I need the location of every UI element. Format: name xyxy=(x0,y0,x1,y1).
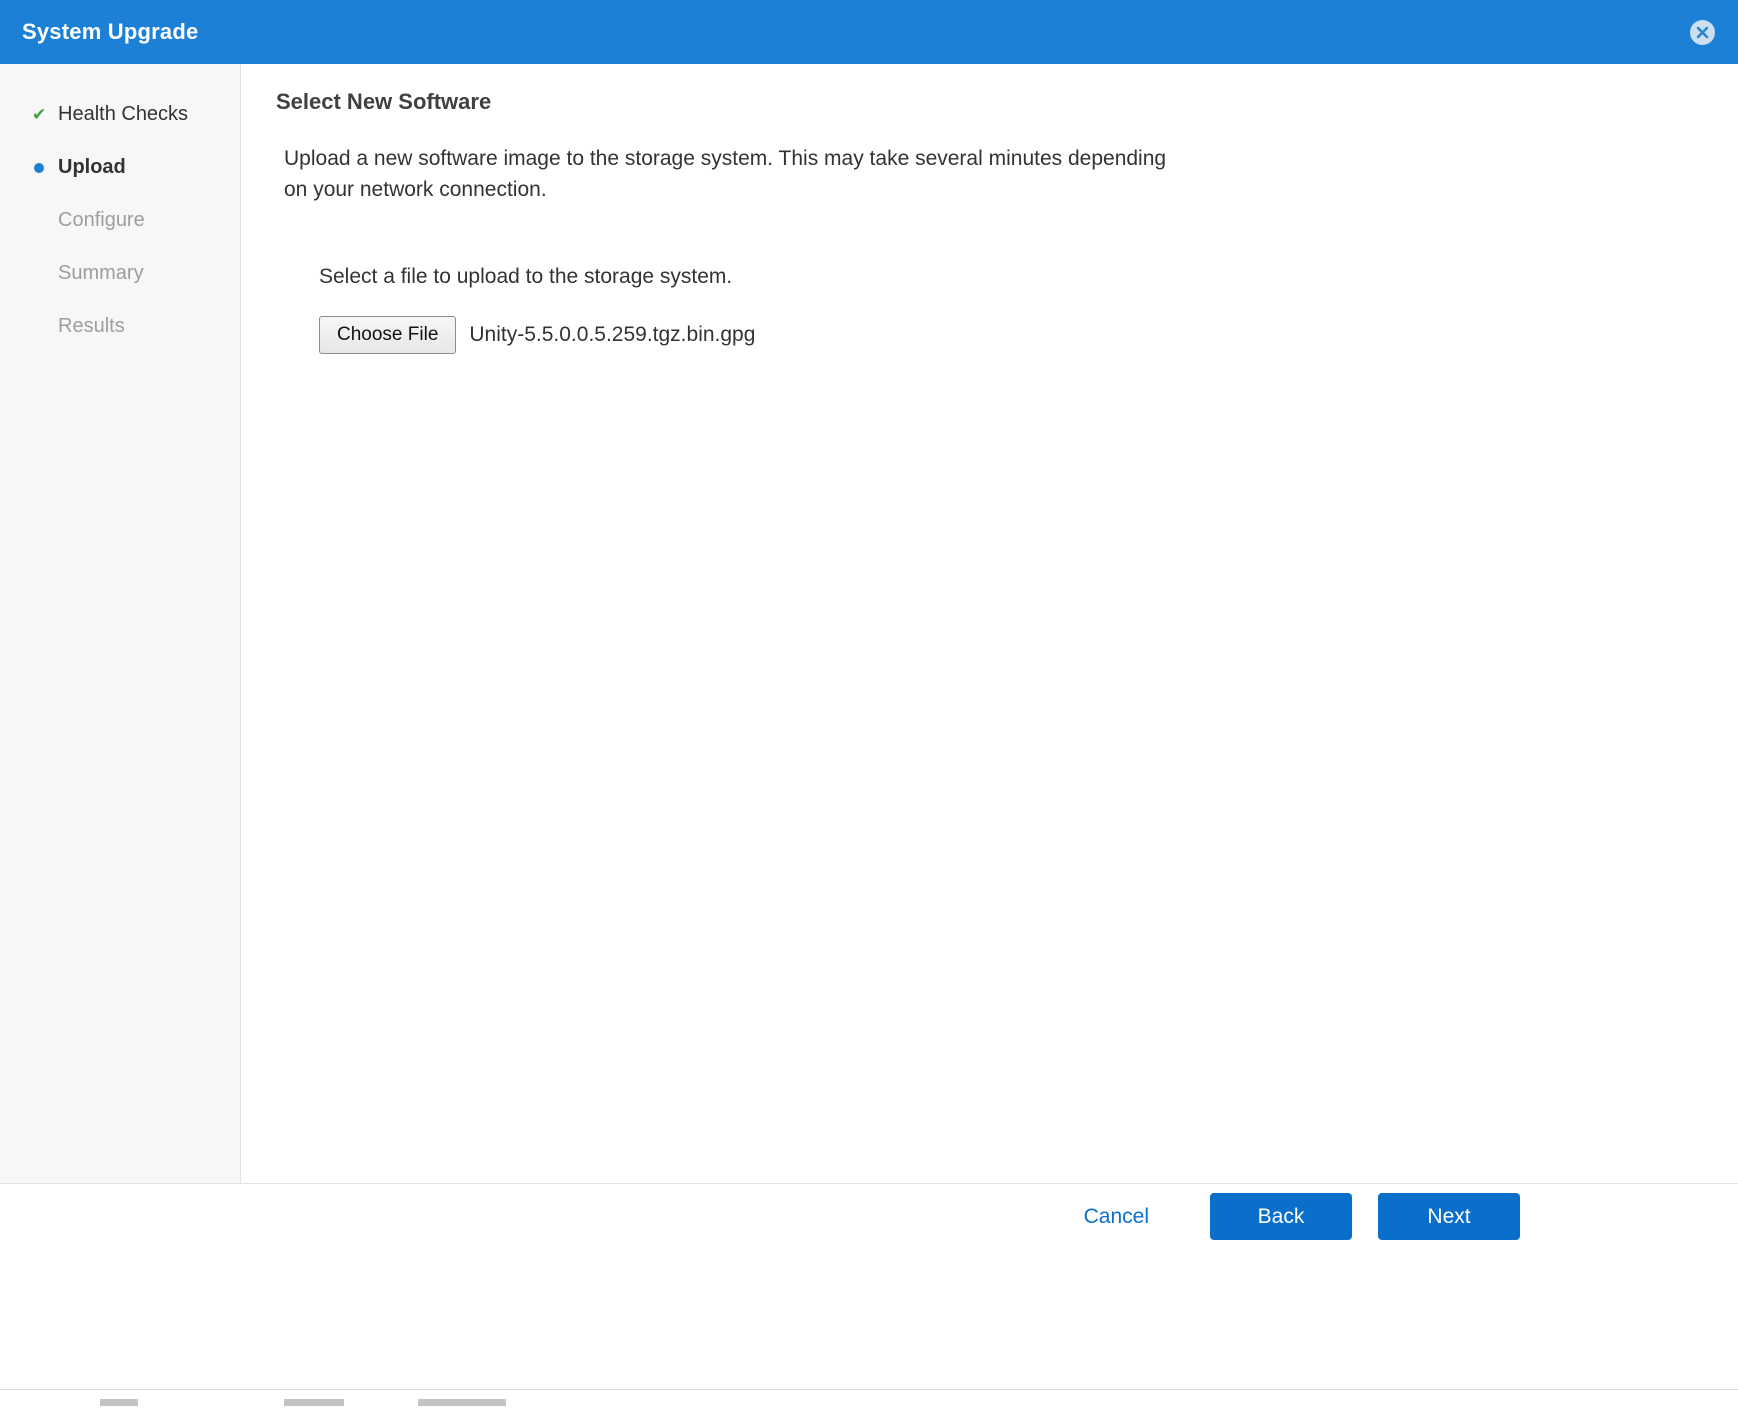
file-input-row: Choose File Unity-5.5.0.0.5.259.tgz.bin.… xyxy=(319,316,1708,354)
description: Upload a new software image to the stora… xyxy=(284,143,1708,205)
background-artifact xyxy=(284,1399,344,1406)
step-label: Configure xyxy=(58,209,145,231)
step-label: Upload xyxy=(58,156,126,178)
sidebar-item-health-checks[interactable]: ✔ Health Checks xyxy=(0,88,240,141)
close-icon xyxy=(1689,19,1716,46)
back-button[interactable]: Back xyxy=(1210,1193,1352,1240)
background-artifact xyxy=(100,1399,138,1406)
close-button[interactable] xyxy=(1688,18,1716,46)
page-title: Select New Software xyxy=(276,89,492,114)
background-page-edge xyxy=(0,1391,1738,1408)
selected-file-name: Unity-5.5.0.0.5.259.tgz.bin.gpg xyxy=(469,323,756,346)
step-label: Results xyxy=(58,315,125,337)
dialog-footer: Cancel Back Next xyxy=(0,1183,1738,1390)
choose-file-button[interactable]: Choose File xyxy=(319,316,457,354)
step-label: Summary xyxy=(58,262,144,284)
check-icon: ✔ xyxy=(32,105,47,124)
sidebar-item-upload[interactable]: Upload xyxy=(0,141,240,194)
wizard-sidebar: ✔ Health Checks Upload Configure Summary… xyxy=(0,64,241,1183)
dialog-title: System Upgrade xyxy=(22,19,199,44)
description-line2: on your network connection. xyxy=(284,178,547,201)
description-line1: Upload a new software image to the stora… xyxy=(284,147,1167,170)
background-artifact xyxy=(418,1399,506,1406)
main-content: Select New Software Upload a new softwar… xyxy=(242,64,1738,1183)
current-step-dot-icon xyxy=(32,162,58,173)
step-label: Health Checks xyxy=(58,103,189,125)
sidebar-item-configure: Configure xyxy=(0,194,240,247)
sidebar-item-results: Results xyxy=(0,300,240,353)
next-button[interactable]: Next xyxy=(1378,1193,1520,1240)
cancel-button[interactable]: Cancel xyxy=(1084,1205,1149,1229)
dialog-titlebar: System Upgrade xyxy=(0,0,1738,64)
sidebar-item-summary: Summary xyxy=(0,247,240,300)
file-upload-prompt: Select a file to upload to the storage s… xyxy=(319,265,733,288)
